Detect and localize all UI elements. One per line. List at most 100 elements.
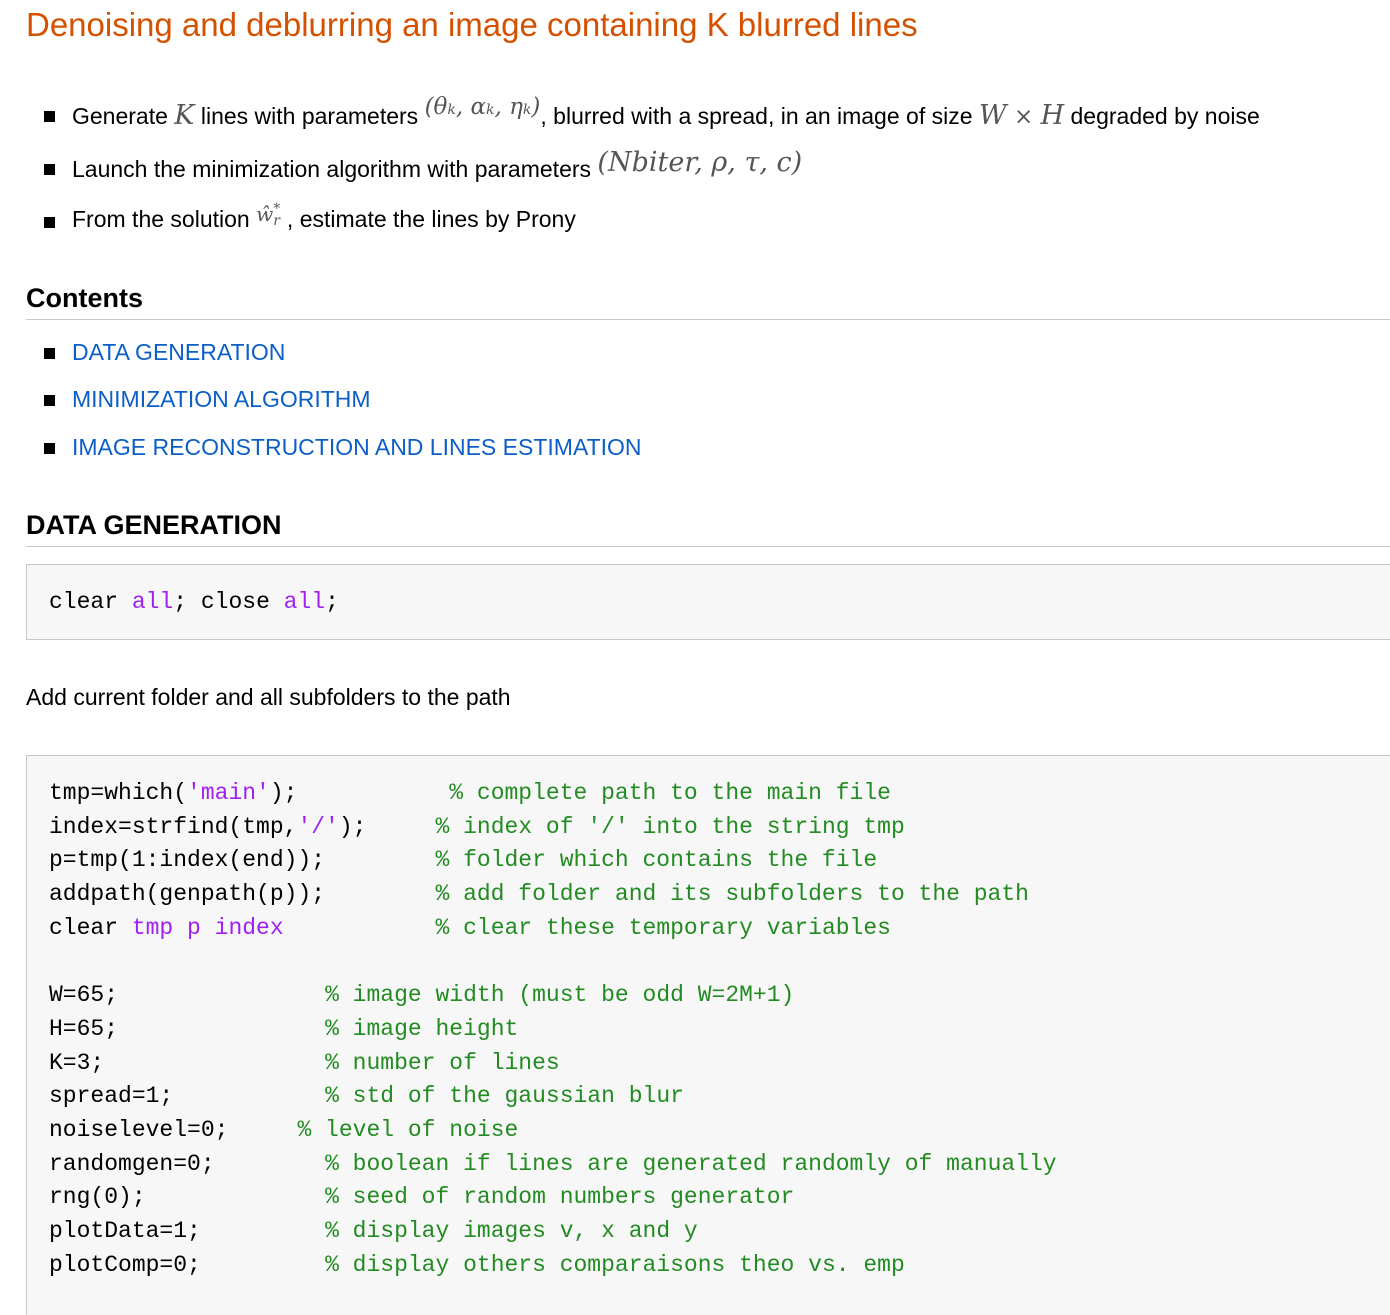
math-part: (θ bbox=[424, 94, 448, 120]
code-comment: % index of '/' into the string tmp bbox=[435, 813, 905, 840]
math-part: ) bbox=[531, 94, 541, 120]
code-keyword: all bbox=[131, 589, 174, 615]
math-w: W bbox=[978, 100, 1007, 131]
bullet-icon bbox=[44, 217, 55, 228]
code-token: W=65; bbox=[49, 982, 119, 1009]
code-string: 'main' bbox=[187, 780, 270, 806]
math-subscript: r bbox=[273, 213, 280, 229]
math-subscript: k bbox=[447, 102, 456, 118]
toc-link-data-generation[interactable]: DATA GENERATION bbox=[72, 339, 285, 366]
code-token: ); bbox=[338, 813, 367, 840]
bullet-icon bbox=[44, 164, 55, 175]
text-span: lines with parameters bbox=[194, 103, 425, 129]
code-comment: % number of lines bbox=[325, 1049, 560, 1076]
section-heading-data-generation: DATA GENERATION bbox=[26, 510, 282, 540]
code-line: noiselevel=0; % level of noise bbox=[49, 1117, 518, 1143]
code-line: plotComp=0; % display others comparaison… bbox=[49, 1252, 905, 1278]
code-comment: % boolean if lines are generated randoml… bbox=[325, 1150, 1057, 1177]
math-k: K bbox=[174, 100, 195, 131]
bullet-icon bbox=[44, 348, 55, 359]
text-span: Generate bbox=[72, 103, 175, 129]
code-text: tmp=which('main'); % complete path to th… bbox=[49, 777, 1057, 1283]
code-line: spread=1; % std of the gaussian blur bbox=[49, 1083, 684, 1109]
paragraph-add-path: Add current folder and all subfolders to… bbox=[26, 684, 511, 710]
code-line: p=tmp(1:index(end)); % folder which cont… bbox=[49, 847, 877, 873]
code-line: clear tmp p index % clear these temporar… bbox=[49, 915, 891, 941]
code-comment: % clear these temporary variables bbox=[435, 914, 891, 941]
math-h: H bbox=[1040, 100, 1065, 131]
math-subscript: k bbox=[486, 102, 495, 118]
code-line: H=65; % image height bbox=[49, 1016, 518, 1042]
code-block-setup[interactable]: tmp=which('main'); % complete path to th… bbox=[26, 755, 1390, 1315]
bullet-icon bbox=[44, 111, 55, 122]
code-token: spread=1; bbox=[49, 1083, 174, 1110]
code-comment: % level of noise bbox=[297, 1117, 519, 1144]
math-part: , η bbox=[494, 94, 523, 120]
code-token: ; bbox=[325, 589, 339, 615]
code-token: H=65; bbox=[49, 1015, 119, 1042]
code-token: tmp=which( bbox=[49, 780, 188, 806]
text-span: , estimate the lines by Prony bbox=[286, 206, 576, 232]
code-text: clear all; close all; bbox=[49, 586, 339, 620]
text-span: From the solution bbox=[72, 206, 257, 232]
code-keyword: all bbox=[283, 589, 326, 615]
code-token: plotData=1; bbox=[49, 1218, 201, 1245]
toc-link-minimization-algorithm[interactable]: MINIMIZATION ALGORITHM bbox=[72, 386, 371, 413]
code-token: addpath(genpath(p)); bbox=[49, 881, 326, 908]
code-comment: % image width (must be odd W=2M+1) bbox=[325, 982, 795, 1009]
math-times: × bbox=[1006, 104, 1041, 130]
code-line: addpath(genpath(p)); % add folder and it… bbox=[49, 881, 1029, 907]
toc-link-image-reconstruction[interactable]: IMAGE RECONSTRUCTION AND LINES ESTIMATIO… bbox=[72, 434, 642, 461]
code-token: noiselevel=0; bbox=[49, 1117, 229, 1144]
intro-item-text: From the solution ŵ*r, estimate the line… bbox=[72, 201, 576, 233]
code-comment: % complete path to the main file bbox=[449, 780, 891, 806]
code-line: tmp=which('main'); % complete path to th… bbox=[49, 780, 891, 806]
code-comment: % add folder and its subfolders to the p… bbox=[435, 881, 1029, 908]
code-line: index=strfind(tmp,'/'); % index of '/' i… bbox=[49, 814, 905, 840]
code-token: rng(0); bbox=[49, 1184, 146, 1211]
code-line: W=65; % image width (must be odd W=2M+1) bbox=[49, 982, 794, 1008]
code-token: index=strfind(tmp, bbox=[49, 813, 298, 840]
code-token: K=3; bbox=[49, 1049, 105, 1076]
intro-item-text: Launch the minimization algorithm with p… bbox=[72, 147, 802, 184]
code-comment: % display others comparaisons theo vs. e… bbox=[325, 1251, 905, 1278]
code-string: '/' bbox=[297, 813, 339, 840]
code-token: ; close bbox=[173, 589, 284, 615]
code-token: p=tmp(1:index(end)); bbox=[49, 847, 326, 874]
code-line: randomgen=0; % boolean if lines are gene… bbox=[49, 1151, 1057, 1177]
intro-item-text: Generate K lines with parameters (θk, αk… bbox=[72, 94, 1260, 131]
page-title: Denoising and deblurring an image contai… bbox=[26, 6, 918, 43]
contents-heading: Contents bbox=[26, 283, 143, 313]
code-comment: % image height bbox=[325, 1015, 519, 1042]
code-token: randomgen=0; bbox=[49, 1150, 215, 1177]
math-algo-params: (Nbiter, ρ, τ, c) bbox=[597, 147, 803, 178]
code-comment: % folder which contains the file bbox=[435, 847, 878, 874]
math-part: , α bbox=[455, 94, 487, 120]
code-token: clear bbox=[49, 914, 132, 941]
math-line-params: (θk, αk, ηk) bbox=[425, 94, 541, 120]
code-token: ); bbox=[269, 780, 298, 806]
text-span: , blurred with a spread, in an image of … bbox=[540, 103, 979, 129]
math-solution: ŵ*r bbox=[256, 201, 287, 229]
bullet-icon bbox=[44, 443, 55, 454]
code-token: clear bbox=[49, 589, 132, 615]
code-comment: % std of the gaussian blur bbox=[325, 1083, 684, 1110]
divider bbox=[26, 319, 1390, 320]
code-comment: % seed of random numbers generator bbox=[325, 1184, 795, 1211]
code-line: rng(0); % seed of random numbers generat… bbox=[49, 1184, 794, 1210]
code-block-clear[interactable]: clear all; close all; bbox=[26, 564, 1390, 640]
code-comment: % display images v, x and y bbox=[325, 1218, 698, 1245]
